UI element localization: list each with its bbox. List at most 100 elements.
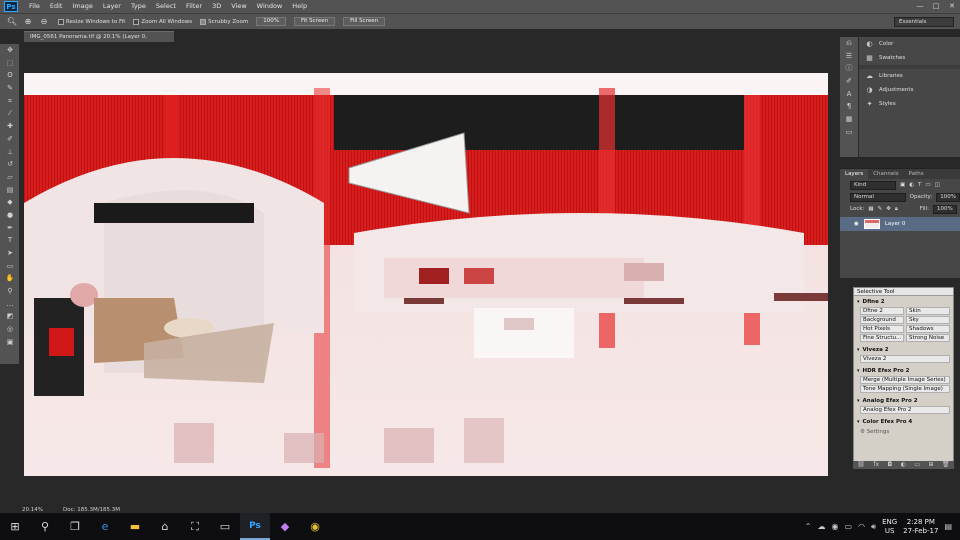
new-adjustment-icon[interactable]: ◐ bbox=[901, 461, 906, 469]
swatches-panel-button[interactable]: ▦ Swatches bbox=[859, 51, 960, 65]
skin-button[interactable]: Skin bbox=[906, 307, 950, 315]
color-panel-button[interactable]: ◐ Color bbox=[859, 37, 960, 51]
libraries-panel-button[interactable]: ☁ Libraries bbox=[859, 69, 960, 83]
chrome-tray-icon[interactable]: ◉ bbox=[832, 522, 839, 531]
info-panel-icon[interactable]: ⓘ bbox=[840, 62, 858, 75]
menu-select[interactable]: Select bbox=[151, 0, 181, 13]
menu-filter[interactable]: Filter bbox=[181, 0, 207, 13]
brush-panel-icon[interactable]: ✐ bbox=[840, 75, 858, 88]
layer-name[interactable]: Layer 0 bbox=[885, 221, 906, 227]
store-icon[interactable]: ⛶ bbox=[180, 513, 210, 540]
quick-select-tool-icon[interactable]: ✎ bbox=[0, 82, 20, 95]
search-icon[interactable]: ⚲ bbox=[30, 513, 60, 540]
app-icon[interactable]: ◆ bbox=[270, 513, 300, 540]
path-select-icon[interactable]: ➤ bbox=[0, 247, 20, 260]
merge-button[interactable]: Merge (Multiple Image Series) bbox=[860, 376, 950, 384]
layer-kind-select[interactable]: Kind bbox=[850, 180, 896, 190]
group-viveza[interactable]: Viveza 2 bbox=[854, 344, 953, 355]
task-view-icon[interactable]: ❐ bbox=[60, 513, 90, 540]
filter-type-icon[interactable]: T bbox=[918, 182, 921, 188]
menu-help[interactable]: Help bbox=[287, 0, 312, 13]
lasso-tool-icon[interactable]: ʘ bbox=[0, 69, 20, 82]
gradient-tool-icon[interactable]: ▤ bbox=[0, 184, 20, 197]
properties-panel-icon[interactable]: ☰ bbox=[840, 50, 858, 63]
tone-mapping-button[interactable]: Tone Mapping (Single Image) bbox=[860, 385, 950, 393]
new-group-icon[interactable]: ▭ bbox=[914, 461, 920, 469]
group-color-efex[interactable]: Color Efex Pro 4 bbox=[854, 416, 953, 427]
move-tool-icon[interactable]: ✥ bbox=[0, 44, 20, 57]
brush-tool-icon[interactable]: ✐ bbox=[0, 133, 20, 146]
eye-icon[interactable]: ◉ bbox=[854, 221, 859, 227]
menu-window[interactable]: Window bbox=[252, 0, 288, 13]
layer-row[interactable]: ◉ Layer 0 bbox=[840, 217, 960, 231]
shadows-button[interactable]: Shadows bbox=[906, 325, 950, 333]
lock-all-icon[interactable]: 🔒︎ bbox=[895, 206, 898, 213]
link-layers-icon[interactable]: ⛓ bbox=[857, 461, 865, 469]
maximize-button[interactable]: □ bbox=[928, 0, 944, 13]
opacity-input[interactable]: 100% bbox=[936, 192, 960, 202]
zoom-100-button[interactable]: 100% bbox=[256, 17, 286, 26]
clone-stamp-icon[interactable]: ⊥ bbox=[0, 146, 20, 159]
lock-transparent-icon[interactable]: ▦ bbox=[868, 206, 873, 212]
timeline-panel-icon[interactable]: ▭ bbox=[840, 126, 858, 139]
display-icon[interactable]: ▭ bbox=[844, 522, 852, 531]
fit-screen-button[interactable]: Fit Screen bbox=[293, 17, 336, 26]
analog-efex-button[interactable]: Analog Efex Pro 2 bbox=[860, 406, 950, 414]
hot-pixels-button[interactable]: Hot Pixels bbox=[860, 325, 904, 333]
tab-paths[interactable]: Paths bbox=[904, 169, 929, 179]
styles-panel-button[interactable]: ✦ Styles bbox=[859, 97, 960, 111]
settings-link[interactable]: ⚙ Settings bbox=[854, 427, 953, 436]
zoom-tool-icon[interactable]: ⚲ bbox=[0, 285, 20, 298]
home-icon[interactable]: ⌂ bbox=[150, 513, 180, 540]
filter-pixel-icon[interactable]: ▣ bbox=[900, 182, 905, 188]
blend-mode-select[interactable]: Normal bbox=[850, 192, 906, 202]
fx-icon[interactable]: fx bbox=[873, 461, 879, 469]
group-hdr-efex[interactable]: HDR Efex Pro 2 bbox=[854, 365, 953, 376]
hand-tool-icon[interactable]: ✋ bbox=[0, 272, 20, 285]
screen-mode-icon[interactable]: ▣ bbox=[0, 336, 20, 349]
clock[interactable]: 2:28 PM 27-Feb-17 bbox=[903, 518, 938, 536]
add-mask-icon[interactable]: ◘ bbox=[887, 461, 892, 469]
tab-layers[interactable]: Layers bbox=[840, 169, 869, 179]
close-button[interactable]: ✕ bbox=[944, 0, 960, 13]
edge-browser-icon[interactable]: e bbox=[90, 513, 120, 540]
document-tab[interactable]: IMG_0561 Panorama.tif @ 20.1% (Layer 0, … bbox=[24, 31, 174, 51]
file-explorer-icon[interactable]: ▬ bbox=[120, 513, 150, 540]
photoshop-taskbar-icon[interactable]: Ps bbox=[240, 513, 270, 540]
network-icon[interactable]: ☁ bbox=[818, 522, 826, 531]
background-button[interactable]: Background bbox=[860, 316, 904, 324]
blur-tool-icon[interactable]: ◆ bbox=[0, 196, 20, 209]
healing-brush-icon[interactable]: ✚ bbox=[0, 120, 20, 133]
character-panel-icon[interactable]: A bbox=[840, 88, 858, 101]
menu-file[interactable]: File bbox=[24, 0, 45, 13]
menu-edit[interactable]: Edit bbox=[45, 0, 68, 13]
volume-icon[interactable]: 🔊︎ bbox=[871, 522, 876, 532]
resize-windows-checkbox[interactable]: Resize Windows to Fit bbox=[58, 18, 125, 25]
marquee-tool-icon[interactable]: ⬚ bbox=[0, 57, 20, 70]
menu-image[interactable]: Image bbox=[67, 0, 97, 13]
new-layer-icon[interactable]: ⊞ bbox=[929, 461, 934, 469]
notifications-icon[interactable]: ▤ bbox=[944, 522, 952, 531]
menu-type[interactable]: Type bbox=[126, 0, 151, 13]
more-tools-icon[interactable]: … bbox=[0, 298, 20, 311]
dfine-button[interactable]: Dfine 2 bbox=[860, 307, 904, 315]
dodge-tool-icon[interactable]: ● bbox=[0, 209, 20, 222]
menu-3d[interactable]: 3D bbox=[207, 0, 226, 13]
crop-tool-icon[interactable]: ⌗ bbox=[0, 95, 20, 108]
group-analog-efex[interactable]: Analog Efex Pro 2 bbox=[854, 395, 953, 406]
filter-smart-icon[interactable]: ◫ bbox=[935, 182, 940, 188]
color-swatches-icon[interactable]: ◩ bbox=[0, 310, 20, 323]
filter-shape-icon[interactable]: ▭ bbox=[925, 182, 930, 188]
zoom-out-icon[interactable]: ⊖ bbox=[38, 16, 50, 27]
fill-input[interactable]: 100% bbox=[932, 204, 957, 214]
zoom-in-icon[interactable]: ⊕ bbox=[22, 16, 34, 27]
filter-adjust-icon[interactable]: ◐ bbox=[909, 182, 914, 188]
language-indicator[interactable]: ENG US bbox=[882, 518, 897, 536]
remote-desktop-icon[interactable]: ▭ bbox=[210, 513, 240, 540]
sky-button[interactable]: Sky bbox=[906, 316, 950, 324]
trash-icon[interactable]: 🗑︎ bbox=[942, 461, 950, 469]
menu-view[interactable]: View bbox=[226, 0, 251, 13]
panorama-image[interactable] bbox=[24, 73, 828, 476]
adjustments-panel-button[interactable]: ◑ Adjustments bbox=[859, 83, 960, 97]
strong-noise-button[interactable]: Strong Noise bbox=[906, 334, 950, 342]
